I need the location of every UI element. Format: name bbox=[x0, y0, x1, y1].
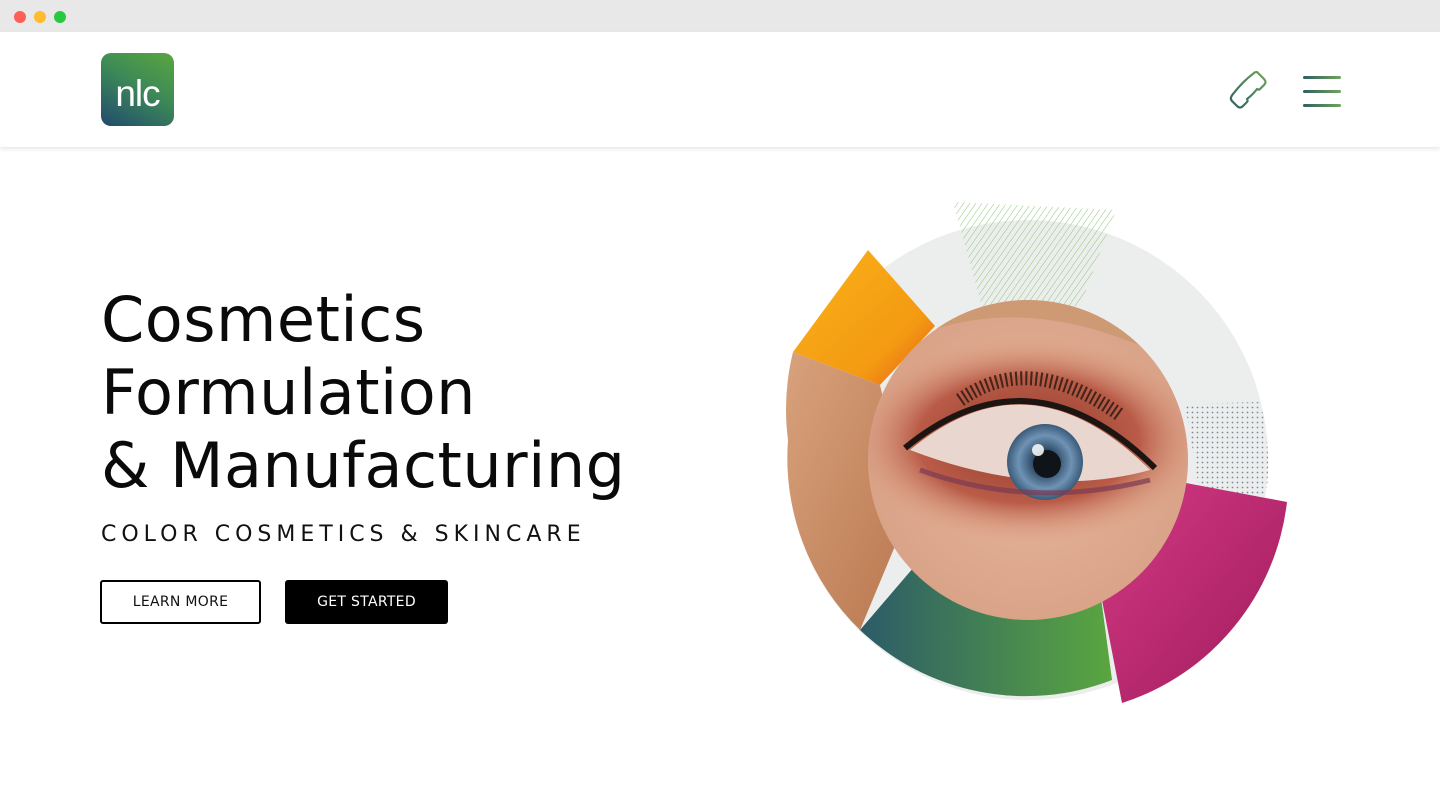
hero-title: Cosmetics Formulation & Manufacturing bbox=[101, 283, 626, 502]
hero-title-line-3: & Manufacturing bbox=[101, 429, 626, 502]
hero-title-line-2: Formulation bbox=[101, 356, 476, 429]
eye-makeup-collage bbox=[786, 202, 1287, 703]
hero-graphic bbox=[760, 180, 1320, 740]
window-minimize-button[interactable] bbox=[34, 11, 46, 23]
site-header: nlc bbox=[0, 32, 1440, 147]
hero-subtitle: COLOR COSMETICS & SKINCARE bbox=[101, 522, 586, 547]
window-close-button[interactable] bbox=[14, 11, 26, 23]
phone-icon[interactable] bbox=[1226, 68, 1272, 114]
hamburger-menu-icon[interactable] bbox=[1303, 75, 1341, 109]
learn-more-button[interactable]: LEARN MORE bbox=[100, 580, 261, 624]
get-started-button[interactable]: GET STARTED bbox=[285, 580, 448, 624]
browser-chrome bbox=[0, 0, 1440, 32]
logo-text: nlc bbox=[115, 72, 160, 114]
hero-title-line-1: Cosmetics bbox=[101, 283, 426, 356]
logo-link[interactable]: nlc bbox=[101, 53, 174, 126]
window-maximize-button[interactable] bbox=[54, 11, 66, 23]
